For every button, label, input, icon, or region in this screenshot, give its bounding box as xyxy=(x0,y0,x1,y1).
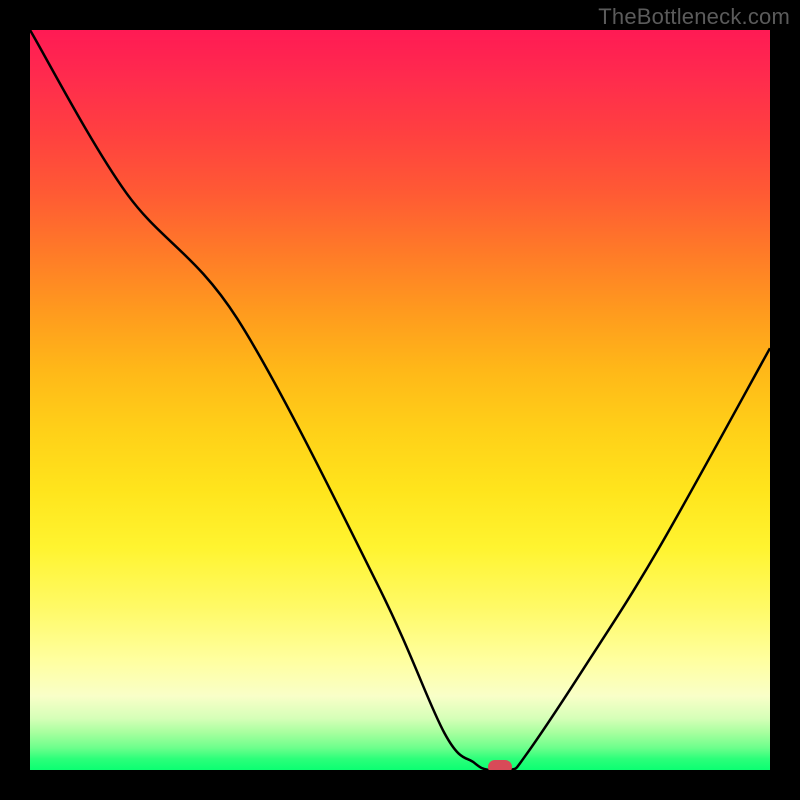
chart-frame: TheBottleneck.com xyxy=(0,0,800,800)
curve-path xyxy=(30,30,770,770)
optimal-marker xyxy=(488,760,512,770)
plot-area xyxy=(30,30,770,770)
bottleneck-curve xyxy=(30,30,770,770)
watermark-text: TheBottleneck.com xyxy=(598,4,790,30)
